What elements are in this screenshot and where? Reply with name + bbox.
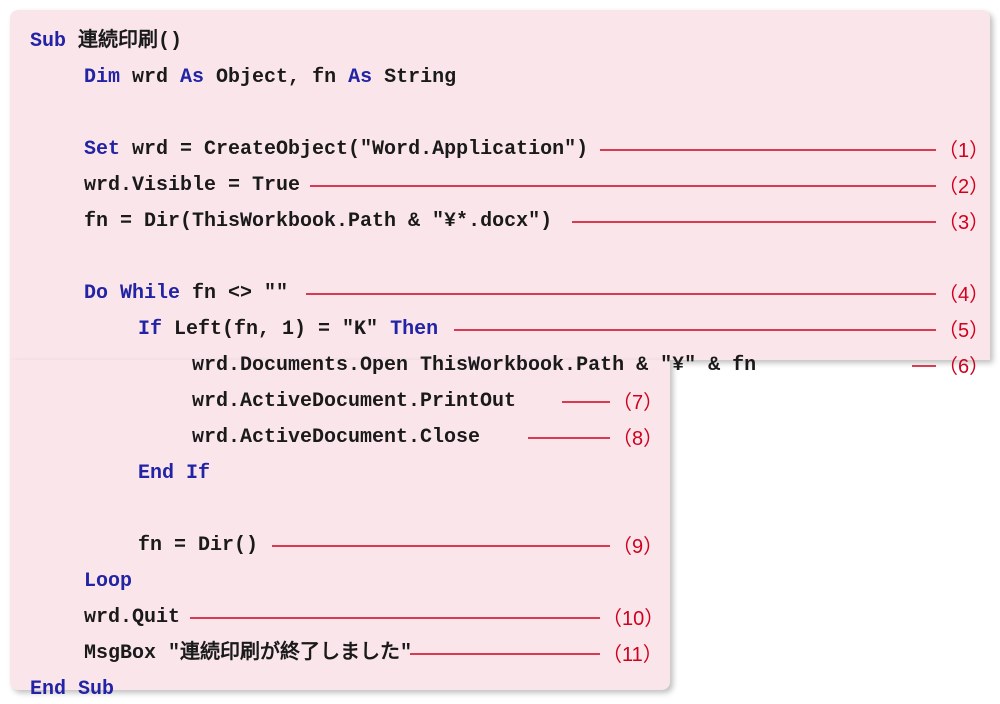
code-line-5: wrd.Visible = True bbox=[84, 176, 300, 196]
callout-7: （7） bbox=[612, 393, 663, 413]
code-line-12: wrd.ActiveDocument.Close bbox=[192, 428, 480, 448]
callout-11: （11） bbox=[602, 645, 663, 665]
code-line-16: Loop bbox=[84, 572, 132, 592]
code-line-6: fn = Dir(ThisWorkbook.Path & "¥*.docx") bbox=[84, 212, 552, 232]
keyword-loop: Loop bbox=[84, 570, 132, 593]
keyword-sub: Sub bbox=[30, 30, 66, 53]
callout-1: （1） bbox=[938, 141, 989, 161]
callout-4: （4） bbox=[938, 285, 989, 305]
code-line-8: Do While fn <> "" bbox=[84, 284, 288, 304]
keyword-as: As bbox=[348, 66, 372, 89]
keyword-do-while: Do While bbox=[84, 282, 180, 305]
keyword-dim: Dim bbox=[84, 66, 120, 89]
code-line-9: If Left(fn, 1) = "K" Then bbox=[138, 320, 438, 340]
callout-3: （3） bbox=[938, 213, 989, 233]
code-line-18: wrd.Quit bbox=[84, 608, 180, 628]
keyword-as: As bbox=[180, 66, 204, 89]
code-line-19: MsgBox "連続印刷が終了しました" bbox=[84, 644, 412, 664]
keyword-set: Set bbox=[84, 138, 120, 161]
callout-2: （2） bbox=[938, 177, 989, 197]
code-line-4: Set wrd = CreateObject("Word.Application… bbox=[84, 140, 588, 160]
code-line-20: End Sub bbox=[30, 680, 114, 700]
code-line-15: fn = Dir() bbox=[138, 536, 258, 556]
callout-5: （5） bbox=[938, 321, 989, 341]
callout-9: （9） bbox=[612, 537, 663, 557]
code-line-1: Sub 連続印刷() bbox=[30, 32, 182, 52]
code-line-2: Dim wrd As Object, fn As String bbox=[84, 68, 456, 88]
keyword-then: Then bbox=[390, 318, 438, 341]
callout-8: （8） bbox=[612, 429, 663, 449]
callout-6: （6） bbox=[938, 357, 989, 377]
code-line-13: End If bbox=[138, 464, 210, 484]
code-line-11: wrd.ActiveDocument.PrintOut bbox=[192, 392, 516, 412]
code-line-10: wrd.Documents.Open ThisWorkbook.Path & "… bbox=[192, 356, 756, 376]
code-snippet-container: Sub 連続印刷() Dim wrd As Object, fn As Stri… bbox=[10, 10, 990, 694]
callout-10: （10） bbox=[602, 609, 664, 629]
keyword-end-sub: End Sub bbox=[30, 678, 114, 701]
keyword-if: If bbox=[138, 318, 162, 341]
keyword-end-if: End If bbox=[138, 462, 210, 485]
